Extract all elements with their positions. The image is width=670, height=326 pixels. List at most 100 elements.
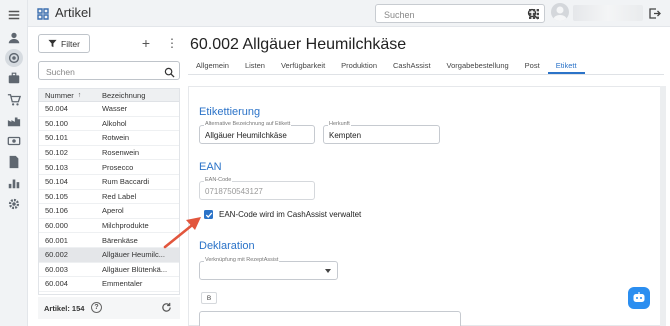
cash-icon[interactable] — [6, 133, 22, 149]
section-title-ean: EAN — [199, 161, 222, 173]
row-number: 60.002 — [45, 250, 68, 260]
list-search[interactable] — [38, 61, 180, 81]
list-header: Nummer ↑ Bezeichnung — [39, 89, 179, 102]
row-number: 50.100 — [45, 118, 68, 128]
row-name: Rosenwein — [102, 148, 140, 158]
row-name: Alkohol — [102, 118, 127, 128]
filter-icon — [48, 39, 57, 48]
search-icon[interactable] — [164, 65, 175, 78]
article-count: Artikel: 154 — [44, 303, 85, 313]
alt-name-value: Allgäuer Heumilchkäse — [205, 131, 287, 140]
row-name: Bärenkäse — [102, 235, 138, 245]
app-title: Artikel — [55, 5, 92, 20]
table-row[interactable]: 60.004 Emmentaler — [39, 277, 179, 292]
table-row[interactable]: 60.001 Bärenkäse — [39, 233, 179, 248]
chat-bot-icon — [633, 292, 645, 302]
ean-cashassist-checkbox[interactable] — [204, 210, 213, 219]
top-bar: Artikel — [28, 0, 670, 27]
origin-label: Herkunft — [328, 121, 351, 127]
section-title-etikettierung: Etikettierung — [199, 106, 261, 118]
row-name: Rum Baccardi — [102, 177, 150, 187]
ean-code-value: 0718750543127 — [205, 187, 263, 196]
origin-field[interactable]: Herkunft Kempten — [323, 121, 440, 144]
tab-post[interactable]: Post — [517, 58, 548, 74]
rezeptassist-select[interactable]: Verknüpfung mit RezeptAssist — [199, 257, 338, 280]
row-number: 50.102 — [45, 148, 68, 158]
table-row[interactable]: 60.002 Allgäuer Heumilc... — [39, 247, 179, 263]
more-vert-icon[interactable]: ⋮ — [166, 36, 178, 50]
refresh-icon[interactable] — [161, 302, 172, 313]
table-row[interactable]: 50.103 Prosecco — [39, 160, 179, 175]
avatar[interactable] — [551, 3, 569, 21]
table-row[interactable]: 50.104 Rum Baccardi — [39, 175, 179, 190]
column-header-number[interactable]: Nummer ↑ — [39, 91, 94, 100]
global-search[interactable] — [375, 4, 545, 24]
chat-bot-button[interactable] — [628, 287, 650, 309]
column-header-name[interactable]: Bezeichnung — [94, 91, 145, 100]
tab-bar: Allgemein Listen Verfügbarkeit Produktion Ca… — [188, 58, 664, 75]
add-icon[interactable]: + — [140, 36, 152, 50]
filter-button[interactable]: Filter — [38, 34, 90, 53]
row-number: 60.003 — [45, 264, 68, 274]
row-name: Allgäuer Heumilc... — [102, 250, 165, 260]
list-search-input[interactable] — [39, 63, 159, 81]
logout-icon[interactable] — [648, 7, 661, 20]
ean-cashassist-label[interactable]: EAN-Code wird im CashAssist verwaltet — [219, 210, 361, 219]
logo-icon — [37, 7, 49, 20]
alt-name-field[interactable]: Alternative Bezeichnung auf Etikett Allg… — [199, 121, 315, 144]
table-row[interactable]: 60.003 Allgäuer Blütenkä... — [39, 263, 179, 278]
row-name: Milchprodukte — [102, 221, 149, 231]
row-number: 60.001 — [45, 235, 68, 245]
tab-vorgabebestellung[interactable]: Vorgabebestellung — [439, 58, 517, 74]
app-brand: Artikel — [37, 5, 91, 20]
document-icon[interactable] — [6, 154, 22, 170]
check-icon — [205, 211, 212, 218]
chart-icon[interactable] — [6, 175, 22, 191]
briefcase-icon[interactable] — [6, 70, 22, 86]
global-search-input[interactable] — [376, 6, 516, 24]
menu-icon[interactable] — [6, 7, 22, 23]
row-number: 60.000 — [45, 221, 68, 231]
tab-listen[interactable]: Listen — [237, 58, 273, 74]
origin-value: Kempten — [329, 131, 362, 140]
table-row[interactable]: 50.004 Wasser — [39, 102, 179, 117]
row-number: 60.004 — [45, 279, 68, 289]
row-name: Wasser — [102, 104, 128, 114]
ean-code-field: EAN-Code 0718750543127 — [199, 177, 315, 200]
tab-cashassist[interactable]: CashAssist — [385, 58, 439, 74]
table-row[interactable]: 50.100 Alkohol — [39, 117, 179, 132]
content-area: Etikettierung Alternative Bezeichnung au… — [188, 86, 664, 326]
table-row[interactable]: 50.106 Aperol — [39, 204, 179, 219]
table-row[interactable]: 60.000 Milchprodukte — [39, 219, 179, 234]
gear-icon[interactable] — [6, 196, 22, 212]
row-number: 50.004 — [45, 104, 68, 114]
rezeptassist-label: Verknüpfung mit RezeptAssist — [204, 257, 280, 263]
deklaration-editor[interactable] — [199, 311, 461, 326]
row-number: 50.104 — [45, 177, 68, 187]
ean-code-label: EAN-Code — [204, 177, 233, 183]
tab-etikett[interactable]: Etikett — [547, 58, 585, 74]
apps-grid-icon[interactable] — [528, 7, 540, 19]
factory-icon[interactable] — [6, 113, 22, 129]
table-row[interactable]: 50.102 Rosenwein — [39, 146, 179, 161]
username-redacted — [573, 5, 643, 21]
table-row[interactable]: 50.101 Rotwein — [39, 131, 179, 146]
cart-icon[interactable] — [6, 92, 22, 108]
row-name: Rotwein — [102, 133, 130, 143]
filter-label: Filter — [61, 38, 80, 49]
tab-produktion[interactable]: Produktion — [333, 58, 385, 74]
chevron-down-icon — [325, 269, 331, 273]
scrollbar[interactable] — [660, 86, 666, 326]
bold-button[interactable]: B — [201, 292, 217, 304]
tab-allgemein[interactable]: Allgemein — [188, 58, 237, 74]
help-icon[interactable]: ? — [91, 302, 102, 313]
tab-verf-gbarkeit[interactable]: Verfügbarkeit — [273, 58, 333, 74]
row-number: 50.101 — [45, 133, 68, 143]
row-name: Allgäuer Blütenkä... — [102, 264, 168, 274]
table-row[interactable]: 50.105 Red Label — [39, 190, 179, 205]
person-icon[interactable] — [6, 30, 22, 46]
settings-circle-icon[interactable] — [5, 49, 23, 67]
left-nav-rail — [0, 0, 28, 326]
row-number: 50.106 — [45, 206, 68, 216]
row-name: Emmentaler — [102, 279, 143, 289]
